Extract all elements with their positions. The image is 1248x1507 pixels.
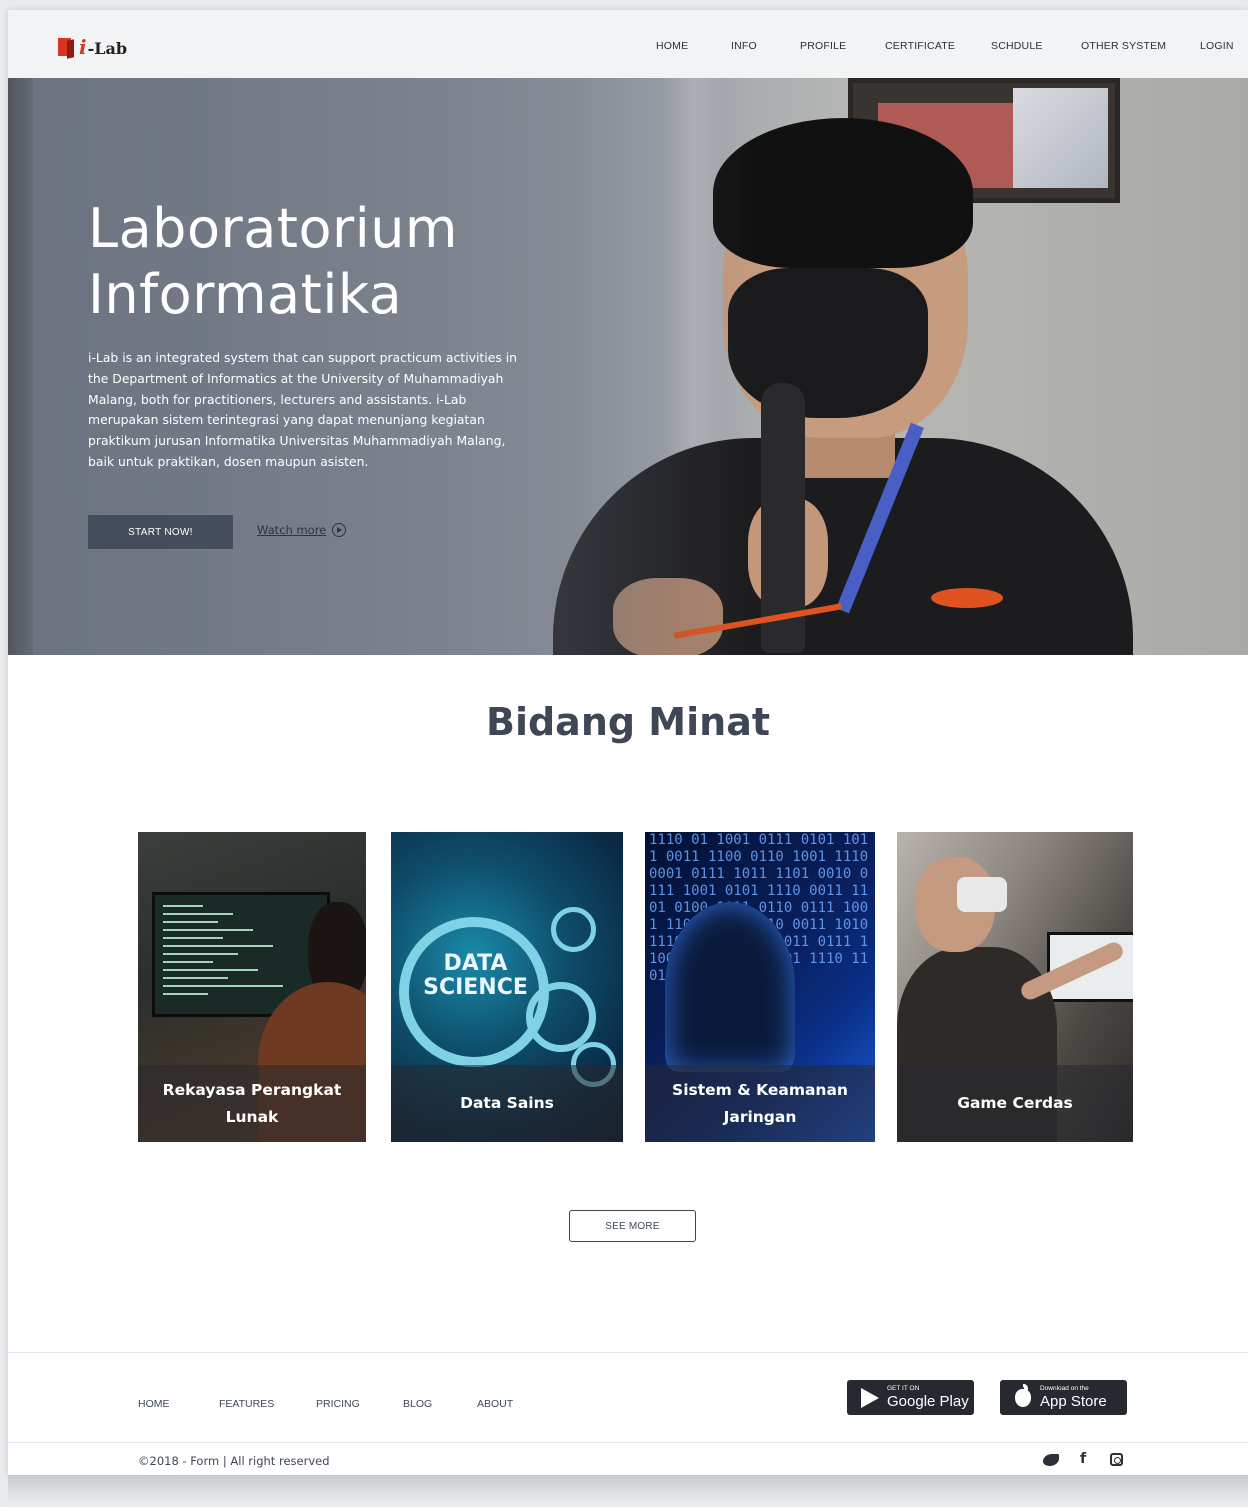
- section-title: Bidang Minat: [485, 700, 771, 744]
- instagram-icon[interactable]: [1110, 1453, 1123, 1466]
- hero-banner: Laboratorium Informatika i-Lab is an int…: [8, 78, 1248, 655]
- card-label: Rekayasa Perangkat Lunak: [162, 1080, 342, 1126]
- nav-certificate[interactable]: CERTIFICATE: [885, 40, 955, 52]
- nav-other-system[interactable]: OTHER SYSTEM: [1081, 40, 1166, 52]
- facebook-icon[interactable]: f: [1080, 1451, 1086, 1467]
- twitter-icon[interactable]: [1043, 1454, 1059, 1466]
- play-circle-icon: [332, 523, 347, 537]
- card-sistem-keamanan-jaringan[interactable]: 1110 01 1001 0111 0101 1011 0011 1100 01…: [645, 832, 875, 1142]
- hero-description: i-Lab is an integrated system that can s…: [88, 350, 518, 469]
- nav-login[interactable]: LOGIN: [1200, 40, 1234, 52]
- card-rekayasa-perangkat-lunak[interactable]: Rekayasa Perangkat Lunak: [138, 832, 366, 1142]
- google-play-icon: [859, 1387, 881, 1409]
- main-nav: HOME INFO PROFILE CERTIFICATE SCHDULE OT…: [8, 40, 1248, 56]
- footer-nav-blog[interactable]: BLOG: [403, 1398, 432, 1410]
- footer-nav-home[interactable]: HOME: [138, 1398, 170, 1410]
- see-more-button[interactable]: SEE MORE: [569, 1210, 696, 1242]
- top-navbar: i-Lab HOME INFO PROFILE CERTIFICATE SCHD…: [8, 10, 1248, 78]
- nav-profile[interactable]: PROFILE: [800, 40, 846, 52]
- card-label: Sistem & Keamanan Jaringan: [672, 1080, 848, 1126]
- app-store-button[interactable]: Download on the App Store: [1000, 1380, 1127, 1415]
- footer-nav-features[interactable]: FEATURES: [219, 1398, 274, 1410]
- footer: HOME FEATURES PRICING BLOG ABOUT GET IT …: [8, 1352, 1248, 1475]
- start-now-button[interactable]: START NOW!: [88, 515, 233, 549]
- watch-more-link[interactable]: Watch more: [257, 523, 347, 537]
- copyright-text: ©2018 - Form | All right reserved: [138, 1454, 330, 1468]
- hero-title: Laboratorium Informatika: [88, 197, 459, 326]
- footer-nav-about[interactable]: ABOUT: [477, 1398, 513, 1410]
- nav-info[interactable]: INFO: [731, 40, 757, 52]
- data-science-image-text: DATA SCIENCE: [423, 951, 528, 1000]
- footer-nav-pricing[interactable]: PRICING: [316, 1398, 360, 1410]
- card-game-cerdas[interactable]: Game Cerdas: [897, 832, 1133, 1142]
- card-data-sains[interactable]: DATA SCIENCE Data Sains: [391, 832, 623, 1142]
- nav-home[interactable]: HOME: [656, 40, 688, 52]
- page: i-Lab HOME INFO PROFILE CERTIFICATE SCHD…: [8, 10, 1248, 1475]
- nav-schedule[interactable]: SCHDULE: [991, 40, 1043, 52]
- google-play-button[interactable]: GET IT ON Google Play: [847, 1380, 974, 1415]
- card-label: Data Sains: [460, 1094, 554, 1112]
- apple-icon: [1012, 1383, 1034, 1409]
- card-label: Game Cerdas: [957, 1094, 1073, 1112]
- watch-more-label: Watch more: [257, 523, 327, 537]
